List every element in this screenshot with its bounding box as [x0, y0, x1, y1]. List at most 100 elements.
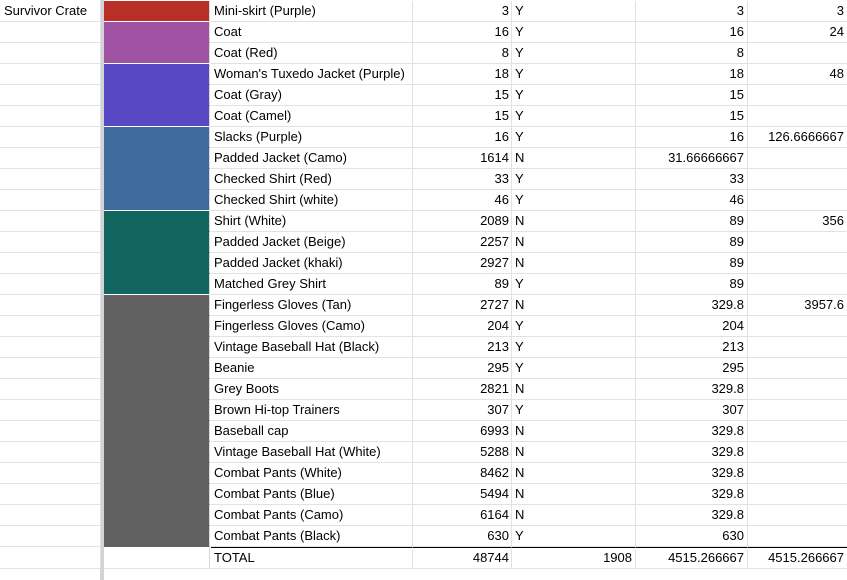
cell-group-total[interactable]: 24: [748, 22, 847, 43]
cell-quantity[interactable]: 16: [413, 127, 512, 148]
cell-item-name[interactable]: Woman's Tuxedo Jacket (Purple): [211, 64, 413, 85]
cell-value[interactable]: 213: [636, 337, 748, 358]
cell-group-total[interactable]: [748, 400, 847, 421]
cell-flag[interactable]: N: [512, 442, 636, 463]
cell-item-name[interactable]: Fingerless Gloves (Camo): [211, 316, 413, 337]
cell-value[interactable]: 31.66666667: [636, 148, 748, 169]
cell-color-swatch[interactable]: [104, 127, 210, 148]
cell-value[interactable]: 295: [636, 358, 748, 379]
cell-flag[interactable]: Y: [512, 64, 636, 85]
cell-flag[interactable]: N: [512, 232, 636, 253]
total-label[interactable]: TOTAL: [211, 547, 413, 569]
cell-flag[interactable]: Y: [512, 358, 636, 379]
cell-section[interactable]: [0, 64, 101, 85]
cell-quantity[interactable]: 2821: [413, 379, 512, 400]
cell-group-total[interactable]: [748, 337, 847, 358]
cell-value[interactable]: 15: [636, 85, 748, 106]
cell-group-total[interactable]: 356: [748, 211, 847, 232]
cell-color-swatch[interactable]: [104, 316, 210, 337]
cell-flag[interactable]: Y: [512, 85, 636, 106]
cell-value[interactable]: 329.8: [636, 379, 748, 400]
cell-group-total[interactable]: [748, 463, 847, 484]
cell-flag[interactable]: N: [512, 484, 636, 505]
cell-flag[interactable]: Y: [512, 106, 636, 127]
cell-group-total[interactable]: [748, 43, 847, 64]
cell-quantity[interactable]: 5288: [413, 442, 512, 463]
cell-value[interactable]: 16: [636, 127, 748, 148]
cell-quantity[interactable]: 15: [413, 85, 512, 106]
cell-item-name[interactable]: Beanie: [211, 358, 413, 379]
cell-section[interactable]: [0, 548, 101, 569]
cell-flag[interactable]: Y: [512, 400, 636, 421]
cell-section[interactable]: [0, 295, 101, 316]
cell-section[interactable]: [0, 190, 101, 211]
cell-quantity[interactable]: 16: [413, 22, 512, 43]
cell-group-total[interactable]: [748, 379, 847, 400]
cell-color-swatch[interactable]: [104, 274, 210, 295]
cell-color-swatch[interactable]: [104, 400, 210, 421]
cell-flag[interactable]: N: [512, 253, 636, 274]
cell-color-swatch[interactable]: [104, 358, 210, 379]
cell-section[interactable]: [0, 421, 101, 442]
total-quantity[interactable]: 48744: [413, 547, 512, 569]
cell-color-swatch[interactable]: [104, 484, 210, 505]
cell-flag[interactable]: N: [512, 463, 636, 484]
cell-item-name[interactable]: Mini-skirt (Purple): [211, 1, 413, 22]
cell-item-name[interactable]: Grey Boots: [211, 379, 413, 400]
cell-color-swatch[interactable]: [104, 169, 210, 190]
cell-quantity[interactable]: 630: [413, 526, 512, 547]
cell-group-total[interactable]: [748, 148, 847, 169]
cell-color-swatch[interactable]: [104, 548, 210, 569]
cell-value[interactable]: 33: [636, 169, 748, 190]
cell-section[interactable]: [0, 106, 101, 127]
cell-quantity[interactable]: 8: [413, 43, 512, 64]
cell-flag[interactable]: Y: [512, 190, 636, 211]
cell-section[interactable]: [0, 232, 101, 253]
cell-section[interactable]: [0, 253, 101, 274]
cell-color-swatch[interactable]: [104, 505, 210, 526]
cell-flag[interactable]: Y: [512, 526, 636, 547]
cell-section[interactable]: [0, 442, 101, 463]
cell-section[interactable]: [0, 358, 101, 379]
cell-flag[interactable]: Y: [512, 274, 636, 295]
cell-quantity[interactable]: 89: [413, 274, 512, 295]
cell-color-swatch[interactable]: [104, 64, 210, 85]
cell-section[interactable]: [0, 169, 101, 190]
cell-color-swatch[interactable]: [104, 253, 210, 274]
cell-quantity[interactable]: 33: [413, 169, 512, 190]
cell-quantity[interactable]: 3: [413, 1, 512, 22]
cell-color-swatch[interactable]: [104, 85, 210, 106]
cell-quantity[interactable]: 2089: [413, 211, 512, 232]
cell-section[interactable]: [0, 484, 101, 505]
cell-group-total[interactable]: [748, 442, 847, 463]
cell-quantity[interactable]: 18: [413, 64, 512, 85]
cell-value[interactable]: 204: [636, 316, 748, 337]
cell-quantity[interactable]: 15: [413, 106, 512, 127]
cell-color-swatch[interactable]: [104, 148, 210, 169]
cell-value[interactable]: 15: [636, 106, 748, 127]
cell-item-name[interactable]: Combat Pants (White): [211, 463, 413, 484]
cell-flag[interactable]: N: [512, 421, 636, 442]
cell-value[interactable]: 89: [636, 274, 748, 295]
cell-color-swatch[interactable]: [104, 421, 210, 442]
cell-group-total[interactable]: [748, 190, 847, 211]
cell-section[interactable]: [0, 316, 101, 337]
cell-item-name[interactable]: Padded Jacket (khaki): [211, 253, 413, 274]
cell-item-name[interactable]: Checked Shirt (white): [211, 190, 413, 211]
cell-value[interactable]: 329.8: [636, 505, 748, 526]
cell-group-total[interactable]: [748, 232, 847, 253]
cell-quantity[interactable]: 307: [413, 400, 512, 421]
cell-color-swatch[interactable]: [104, 232, 210, 253]
cell-quantity[interactable]: 213: [413, 337, 512, 358]
cell-value[interactable]: 329.8: [636, 463, 748, 484]
cell-quantity[interactable]: 2257: [413, 232, 512, 253]
cell-group-total[interactable]: 3957.6: [748, 295, 847, 316]
cell-item-name[interactable]: Vintage Baseball Hat (White): [211, 442, 413, 463]
cell-section[interactable]: [0, 274, 101, 295]
cell-value[interactable]: 329.8: [636, 421, 748, 442]
cell-color-swatch[interactable]: [104, 106, 210, 127]
cell-section[interactable]: [0, 463, 101, 484]
cell-quantity[interactable]: 2727: [413, 295, 512, 316]
cell-quantity[interactable]: 46: [413, 190, 512, 211]
cell-value[interactable]: 307: [636, 400, 748, 421]
